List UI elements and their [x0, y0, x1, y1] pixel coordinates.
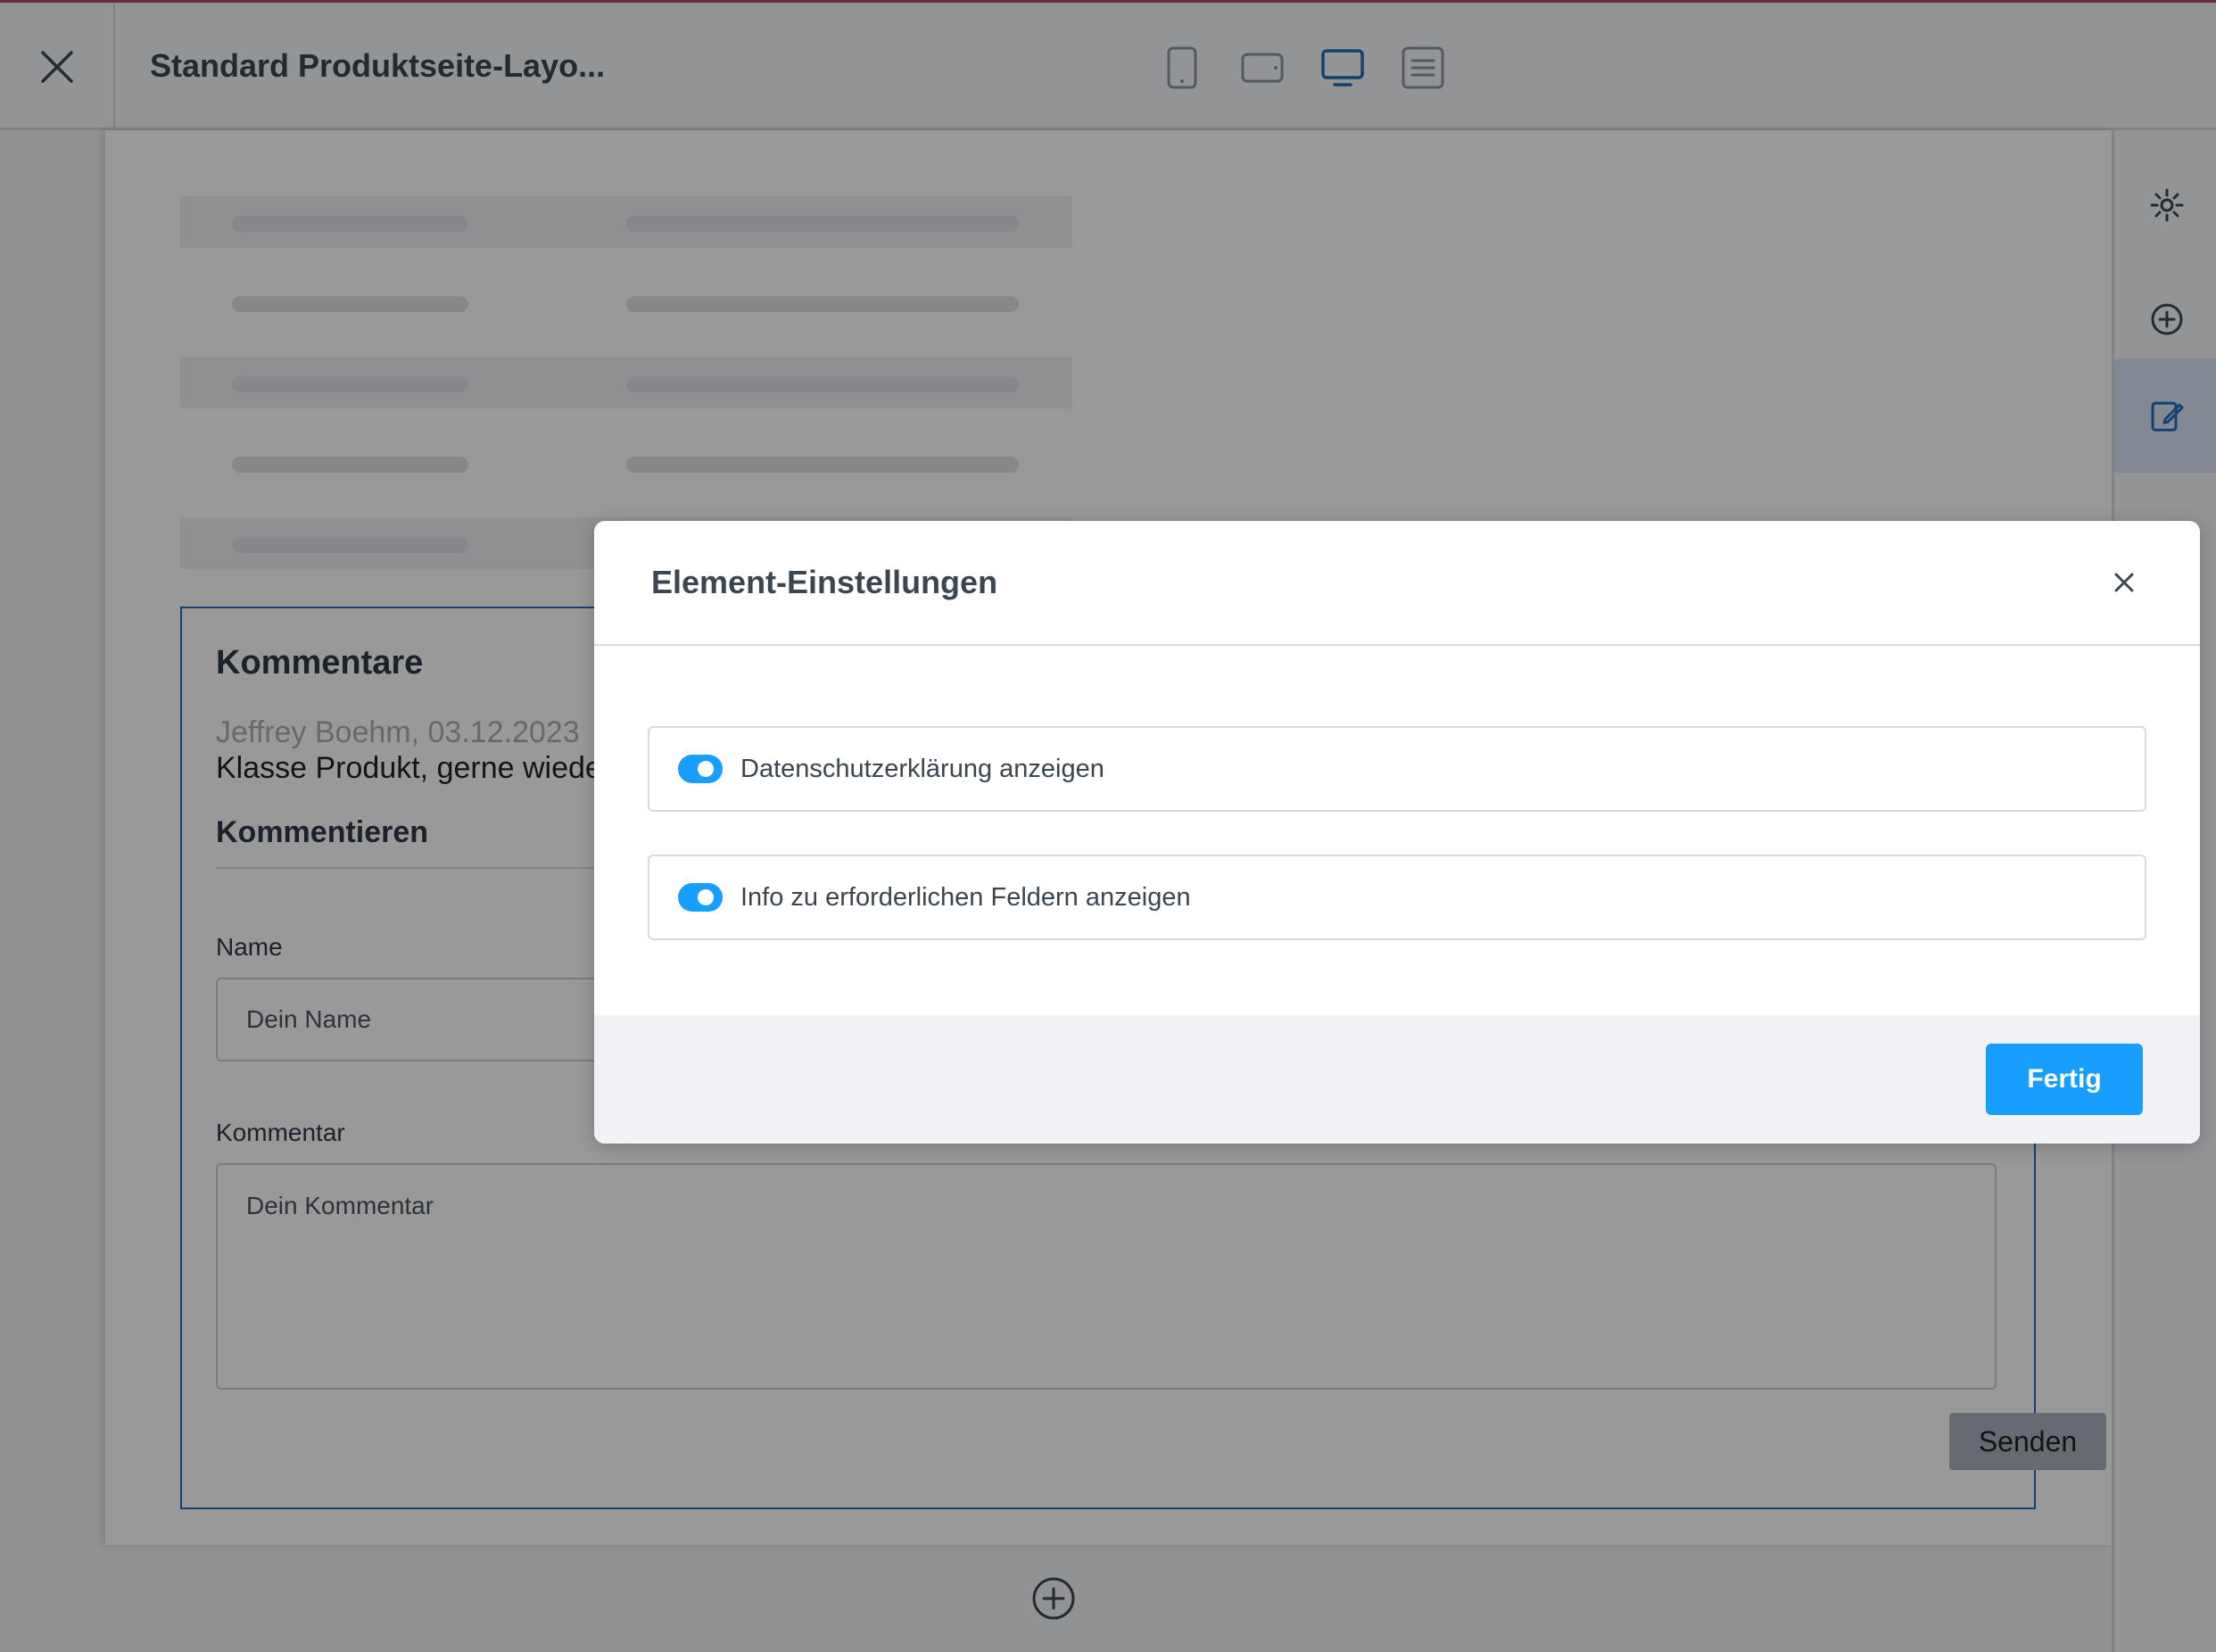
option-label: Datenschutzerklärung anzeigen	[740, 755, 1104, 783]
done-button[interactable]: Fertig	[1986, 1044, 2143, 1115]
modal-footer: Fertig	[594, 1015, 2200, 1144]
element-settings-modal: Element-Einstellungen Datenschutzerkläru…	[594, 521, 2200, 1144]
privacy-toggle[interactable]	[678, 755, 723, 783]
option-privacy[interactable]: Datenschutzerklärung anzeigen	[648, 726, 2146, 812]
required-info-toggle[interactable]	[678, 883, 723, 912]
close-icon	[2114, 573, 2134, 592]
modal-header: Element-Einstellungen	[594, 521, 2200, 646]
option-required-info[interactable]: Info zu erforderlichen Feldern anzeigen	[648, 855, 2146, 940]
modal-close-button[interactable]	[2102, 560, 2146, 605]
modal-title: Element-Einstellungen	[651, 564, 998, 600]
option-label: Info zu erforderlichen Feldern anzeigen	[740, 883, 1191, 912]
